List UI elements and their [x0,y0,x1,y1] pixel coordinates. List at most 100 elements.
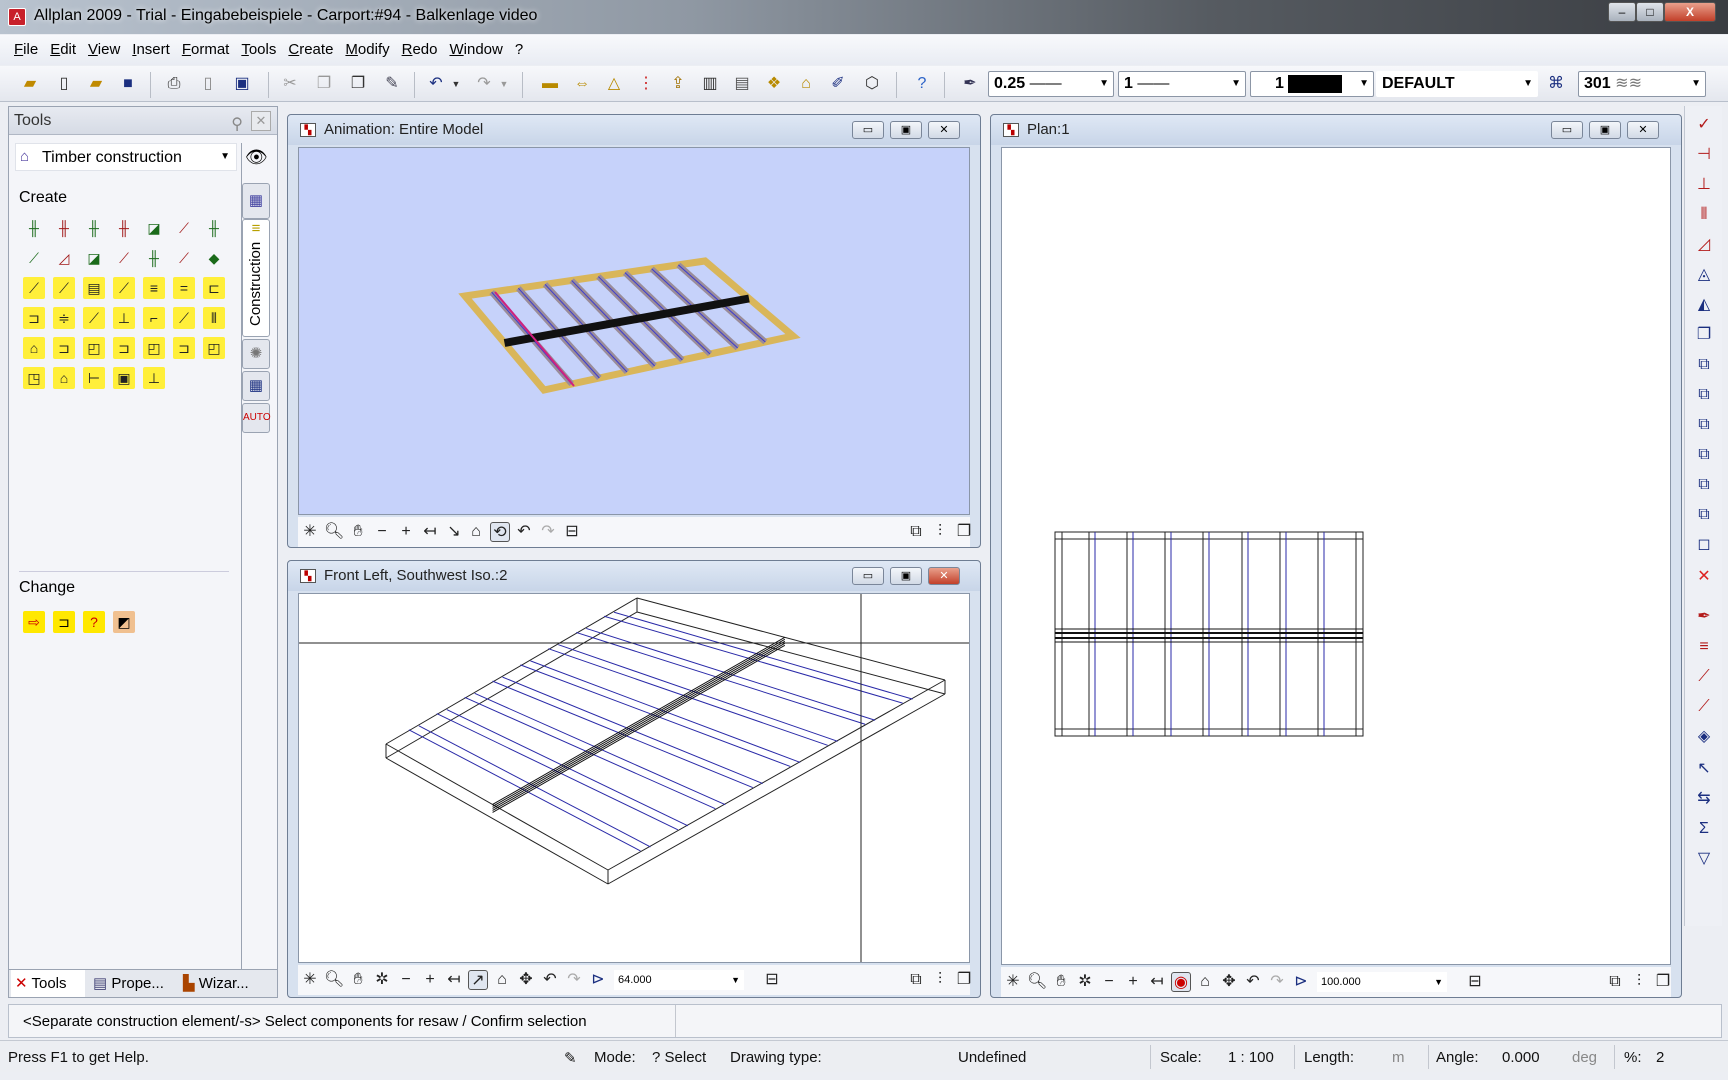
timber-tool-icon[interactable]: ⌐ [143,307,165,329]
open-file-icon[interactable]: ▰ [86,74,106,94]
iso-viewport[interactable] [298,593,970,963]
timber-tool-icon[interactable]: ⟋ [173,247,195,269]
edit-tool-icon[interactable]: ⧉ [1693,504,1715,526]
menu-redo[interactable]: Redo [396,35,444,65]
edit-tool-icon[interactable]: ❐ [1693,324,1715,346]
undo-icon[interactable]: ↶ [426,74,446,94]
timber-tool-icon[interactable]: ⊐ [23,307,45,329]
view-type-icon[interactable]: ⧉ [906,522,926,542]
view-direction-icon[interactable]: ◉ [1171,972,1191,992]
timber-tool-icon[interactable]: ⌂ [23,337,45,359]
zoom-in-icon[interactable]: + [1123,972,1143,992]
change-tool-icon[interactable]: ⊐ [53,611,75,633]
help-cursor-icon[interactable]: ? [912,74,932,94]
edit-tool-icon[interactable]: ⧉ [1693,414,1715,436]
menu-create[interactable]: Create [282,35,339,65]
timber-tool-icon[interactable]: ⌂ [53,367,75,389]
orbit-icon[interactable]: ✥ [516,970,536,990]
timber-tool-icon[interactable]: = [173,277,195,299]
timber-tool-icon[interactable]: ╫ [113,217,135,239]
regenerate-icon[interactable]: ✳ [300,970,320,990]
binoculars-icon[interactable]: 👁 [245,147,268,168]
timber-tool-icon[interactable]: ◰ [203,337,225,359]
minimize-button[interactable]: – [1608,2,1636,22]
fragments-icon[interactable]: ❖ [764,74,784,94]
zoom-icon[interactable]: 🔍︎ [1027,972,1047,992]
view-type-icon[interactable]: ⧉ [906,970,926,990]
edit-tool-icon[interactable]: ⟋ [1693,696,1715,718]
save-view-icon[interactable]: ⊟ [1465,972,1485,992]
edit-tool-icon[interactable]: ⊣ [1693,144,1715,166]
timber-tool-icon[interactable]: ⊥ [113,307,135,329]
close-button[interactable]: ✕ [1627,121,1659,139]
camera-icon[interactable]: ⌂ [1195,972,1215,992]
undo-view-icon[interactable]: ↶ [1243,972,1263,992]
copy-view-icon[interactable]: ❐ [954,970,974,990]
copy-view-icon[interactable]: ❐ [954,522,974,542]
copy-view-icon[interactable]: ❐ [1653,972,1673,992]
timber-tool-icon[interactable]: ⊐ [53,337,75,359]
open-view-icon[interactable]: ⊳ [588,970,608,990]
timber-tool-icon[interactable]: ◪ [83,247,105,269]
pen-thickness-select[interactable]: 0.25 —— ▼ [988,71,1114,97]
edit-tool-icon[interactable]: ◭ [1693,294,1715,316]
zoom-scale-field[interactable]: 100.000 ▼ [1317,972,1447,992]
timber-tool-icon[interactable]: ⟋ [83,307,105,329]
maximize-button[interactable]: ▣ [890,121,922,139]
module-select[interactable]: ⌂ Timber construction ▼ [15,143,237,171]
tab-wizards[interactable]: ▙ Wizar... [179,970,267,997]
mode-value[interactable]: ? Select [652,1049,706,1066]
timber-tool-icon[interactable]: ◰ [83,337,105,359]
panel-close-icon[interactable]: ✕ [251,111,271,131]
save-icon[interactable]: ■ [118,74,138,94]
menu-tools[interactable]: Tools [235,35,282,65]
timber-tool-icon[interactable]: ◳ [23,367,45,389]
view-type-icon[interactable]: ⧉ [1605,972,1625,992]
close-button[interactable]: X [1664,2,1716,22]
timber-tool-icon[interactable]: ╫ [203,217,225,239]
timber-tool-icon[interactable]: ⊐ [173,337,195,359]
zoom-all-icon[interactable]: ✲ [372,970,392,990]
regenerate-icon[interactable]: ✳ [300,522,320,542]
pan-hand-icon[interactable]: ✋︎ [1051,972,1071,992]
next-view-icon[interactable]: ↘ [444,522,464,542]
maximize-button[interactable]: ▣ [890,567,922,585]
edit-tool-icon[interactable]: ⟋ [1693,666,1715,688]
split-icon[interactable]: ⫶ [1629,972,1649,992]
edit-tool-icon[interactable]: ⧉ [1693,444,1715,466]
side-tab-construction[interactable]: ≡ Construction [242,219,270,337]
redo-view-icon[interactable]: ↷ [538,522,558,542]
animation-viewport[interactable] [298,147,970,515]
camera-icon[interactable]: ⌂ [466,522,486,542]
3d-cube-icon[interactable]: ⬡ [862,74,882,94]
redo-view-icon[interactable]: ↷ [564,970,584,990]
timber-tool-icon[interactable]: ◰ [143,337,165,359]
zoom-scale-field[interactable]: 64.000 ▼ [614,970,744,990]
redo-view-icon[interactable]: ↷ [1267,972,1287,992]
timber-tool-icon[interactable]: ▣ [113,367,135,389]
change-tool-icon[interactable]: ⇨ [23,611,45,633]
edit-tool-icon[interactable]: ◬ [1693,264,1715,286]
timber-tool-icon[interactable]: ⟋ [23,247,45,269]
edit-tool-icon[interactable]: ≡ [1693,636,1715,658]
auto-tab-icon[interactable]: AUTO [242,403,271,433]
maximize-button[interactable]: □ [1636,2,1664,22]
redo-icon[interactable]: ↷ [474,74,494,94]
timber-tool-icon[interactable]: ⊐ [113,337,135,359]
eyedropper-icon[interactable]: ✒ [960,74,980,94]
camera-icon[interactable]: ⌂ [492,970,512,990]
timber-tool-icon[interactable]: ╫ [83,217,105,239]
tab-properties[interactable]: ▤ Prope... [89,970,175,997]
edit-tool-icon[interactable]: ◻ [1693,534,1715,556]
pin-icon[interactable]: ⚲ [231,111,243,139]
line-type-select[interactable]: 1 —— ▼ [1118,71,1246,97]
menu-format[interactable]: Format [176,35,236,65]
close-button[interactable]: ✕ [928,567,960,585]
timber-tool-icon[interactable]: ⊥ [143,367,165,389]
open-view-icon[interactable]: ⊳ [1291,972,1311,992]
menu-file[interactable]: File [8,35,44,65]
length-unit[interactable]: m [1392,1049,1405,1066]
timber-tool-icon[interactable]: ⟋ [113,247,135,269]
edit-tool-icon[interactable]: Σ [1693,818,1715,840]
timber-tool-icon[interactable]: ≡ [143,277,165,299]
